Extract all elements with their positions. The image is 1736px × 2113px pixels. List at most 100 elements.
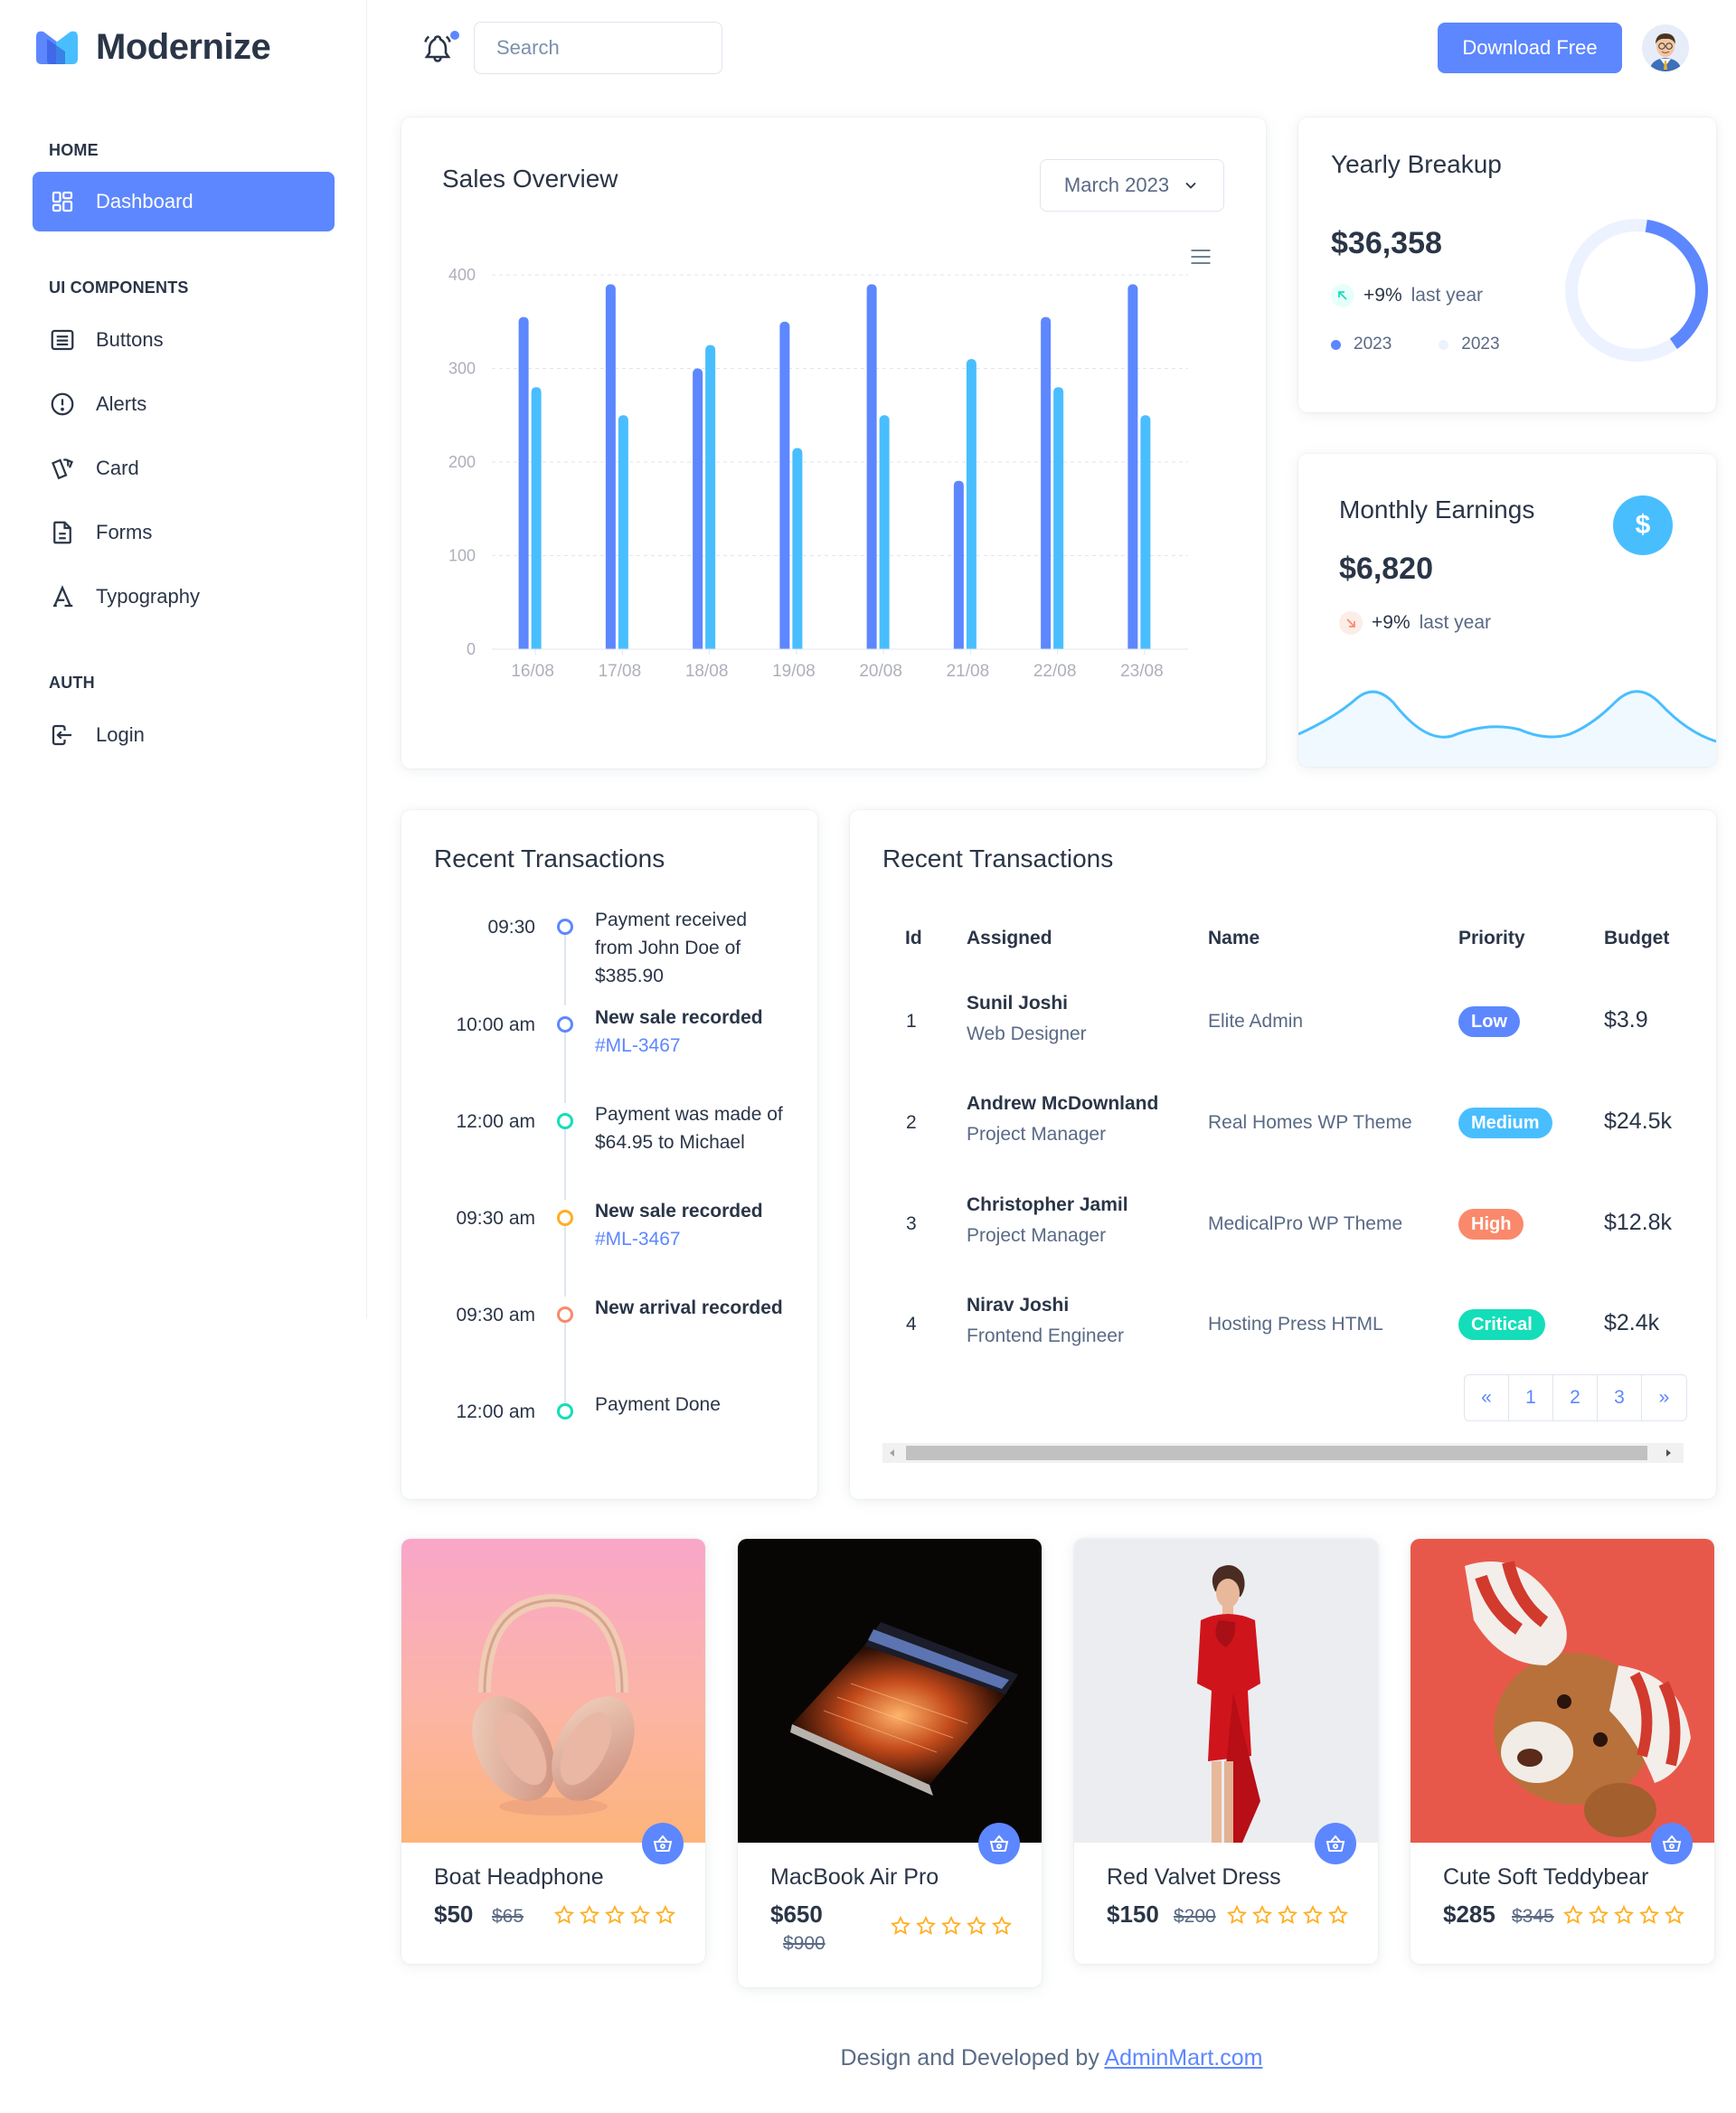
chart-y-tick-label: 400 — [448, 266, 476, 284]
chart-bar[interactable] — [792, 448, 803, 649]
add-to-cart-button[interactable] — [1651, 1823, 1693, 1864]
star-icon[interactable] — [604, 1904, 626, 1926]
timeline-connector — [564, 1226, 566, 1297]
star-icon[interactable] — [579, 1904, 600, 1926]
sidebar-item-label: Buttons — [96, 328, 164, 351]
basket-icon — [989, 1835, 1009, 1852]
scrollbar-thumb[interactable] — [906, 1446, 1647, 1460]
sidebar-item-forms[interactable]: Forms — [33, 503, 335, 562]
star-icon[interactable] — [966, 1915, 987, 1937]
chart-bar-base — [879, 645, 890, 649]
add-to-cart-button[interactable] — [978, 1823, 1020, 1864]
chart-bar[interactable] — [618, 415, 628, 649]
sidebar-item-buttons[interactable]: Buttons — [33, 310, 335, 370]
star-icon[interactable] — [553, 1904, 575, 1926]
chart-bar[interactable] — [693, 368, 703, 650]
product-image-red-dress[interactable] — [1074, 1539, 1378, 1843]
product-image-teddybear[interactable] — [1410, 1539, 1714, 1843]
donut-segment[interactable] — [1645, 219, 1708, 350]
chart-bar-base — [953, 645, 964, 649]
timeline-text-main: New sale recorded — [595, 1201, 763, 1222]
pagination-page-1[interactable]: 1 — [1509, 1375, 1553, 1420]
chart-bar[interactable] — [518, 316, 529, 649]
add-to-cart-button[interactable] — [642, 1823, 684, 1864]
sidebar-item-alerts[interactable]: Alerts — [33, 374, 335, 434]
table-cell-assigned: Nirav Joshi — [967, 1295, 1070, 1316]
star-icon[interactable] — [629, 1904, 651, 1926]
search-input[interactable] — [474, 22, 722, 74]
sidebar-item-dashboard[interactable]: Dashboard — [33, 172, 335, 231]
sidebar-item-login[interactable]: Login — [33, 705, 335, 765]
star-icon[interactable] — [1588, 1904, 1609, 1926]
priority-badge: Medium — [1458, 1108, 1552, 1138]
avatar[interactable] — [1642, 24, 1689, 71]
bell-icon[interactable] — [421, 33, 454, 65]
product-old-price: $900 — [783, 1933, 826, 1954]
sidebar-item-card[interactable]: Card — [33, 439, 335, 498]
chart-bar-base — [705, 645, 716, 649]
timeline-link[interactable]: #ML-3467 — [595, 1225, 785, 1253]
sidebar-item-label: Forms — [96, 521, 153, 543]
nav-section-home: HOME — [49, 141, 99, 159]
chart-bar[interactable] — [966, 359, 976, 649]
product-card[interactable]: Cute Soft Teddybear $285 $345 — [1410, 1539, 1714, 1964]
timeline-link[interactable]: #ML-3467 — [595, 1032, 785, 1060]
product-card[interactable]: Red Valvet Dress $150 $200 — [1074, 1539, 1378, 1964]
star-icon[interactable] — [1664, 1904, 1685, 1926]
sidebar-item-typography[interactable]: Typography — [33, 567, 335, 627]
scroll-right-icon[interactable] — [1664, 1448, 1673, 1457]
chart-bar[interactable] — [705, 344, 716, 649]
chart-bar[interactable] — [605, 284, 616, 649]
star-icon[interactable] — [1613, 1904, 1635, 1926]
chart-bar[interactable] — [1053, 387, 1064, 649]
card-title: Recent Transactions — [434, 844, 665, 873]
chart-x-tick-label: 16/08 — [511, 662, 554, 681]
product-card[interactable]: Boat Headphone $50 $65 — [401, 1539, 705, 1964]
table-cell-id: 1 — [906, 1011, 917, 1032]
pagination-page-3[interactable]: 3 — [1598, 1375, 1642, 1420]
chart-bar[interactable] — [1140, 415, 1151, 649]
pagination-page-2[interactable]: 2 — [1553, 1375, 1598, 1420]
table-horizontal-scrollbar[interactable] — [882, 1443, 1684, 1463]
pagination-prev[interactable]: « — [1465, 1375, 1509, 1420]
star-icon[interactable] — [655, 1904, 676, 1926]
download-free-button[interactable]: Download Free — [1438, 23, 1622, 73]
star-icon[interactable] — [915, 1915, 937, 1937]
product-image-headphone[interactable] — [401, 1539, 705, 1843]
table-cell-id: 3 — [906, 1213, 917, 1234]
product-image-macbook[interactable] — [738, 1539, 1042, 1843]
scroll-left-icon[interactable] — [888, 1448, 897, 1457]
brand-logo[interactable]: Modernize — [33, 27, 271, 67]
star-icon[interactable] — [890, 1915, 911, 1937]
star-icon[interactable] — [1302, 1904, 1324, 1926]
chart-bar[interactable] — [879, 415, 890, 649]
chart-bar[interactable] — [953, 480, 964, 649]
star-icon[interactable] — [991, 1915, 1013, 1937]
table-cell-role: Project Manager — [967, 1225, 1107, 1246]
star-icon[interactable] — [1251, 1904, 1273, 1926]
priority-badge: High — [1458, 1209, 1524, 1240]
product-rating — [890, 1915, 1013, 1937]
add-to-cart-button[interactable] — [1315, 1823, 1356, 1864]
star-icon[interactable] — [940, 1915, 962, 1937]
star-icon[interactable] — [1277, 1904, 1298, 1926]
chart-bar[interactable] — [531, 387, 542, 649]
table-header-id: Id — [905, 928, 922, 948]
yearly-sub: last year — [1410, 285, 1483, 306]
star-icon[interactable] — [1562, 1904, 1584, 1926]
chart-bar-base — [618, 645, 628, 649]
chart-y-tick-label: 100 — [448, 547, 476, 565]
chart-bar[interactable] — [1127, 284, 1138, 649]
star-icon[interactable] — [1327, 1904, 1349, 1926]
star-icon[interactable] — [1226, 1904, 1248, 1926]
chart-bar[interactable] — [1041, 316, 1052, 649]
product-card[interactable]: MacBook Air Pro $650 $900 — [738, 1539, 1042, 1987]
chart-bar[interactable] — [779, 321, 790, 649]
file-description-icon — [53, 521, 71, 544]
footer-link[interactable]: AdminMart.com — [1104, 2045, 1262, 2071]
table-cell-id: 2 — [906, 1112, 917, 1133]
chart-bar[interactable] — [866, 284, 877, 649]
pagination-next[interactable]: » — [1642, 1375, 1686, 1420]
sidebar-item-label: Typography — [96, 585, 200, 608]
star-icon[interactable] — [1638, 1904, 1660, 1926]
